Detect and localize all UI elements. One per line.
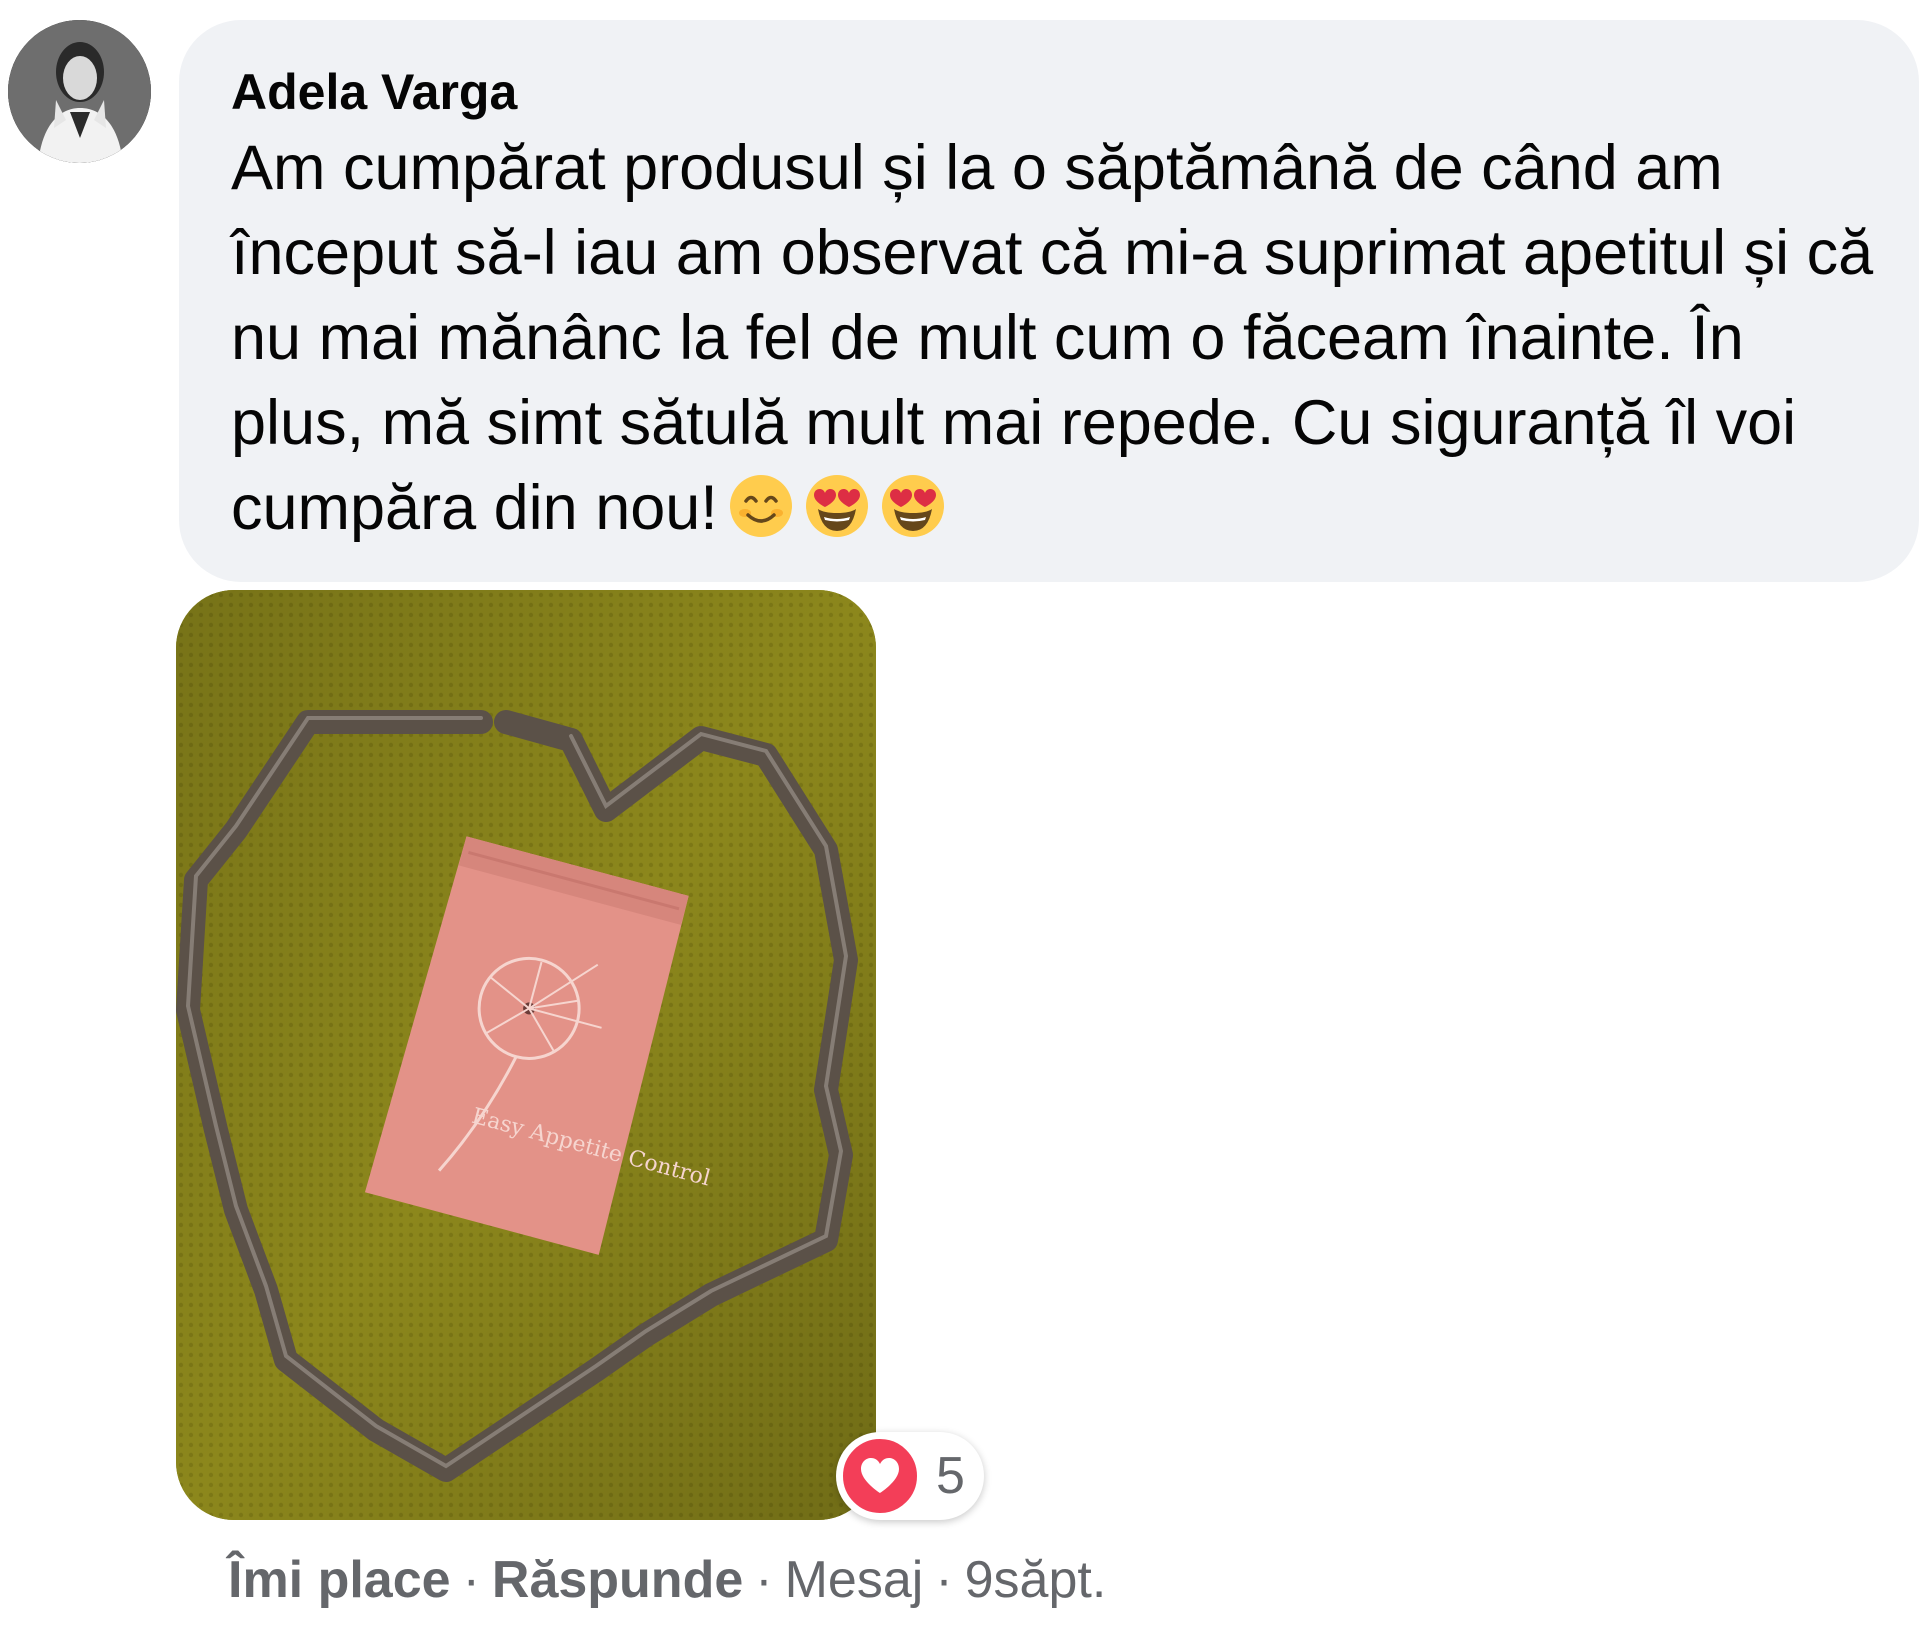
smiling-face-icon [729, 475, 792, 537]
reply-button[interactable]: Răspunde [492, 1551, 743, 1609]
comment-author-name[interactable]: Adela Varga [231, 62, 1879, 122]
message-button[interactable]: Mesaj [785, 1551, 924, 1609]
separator: · [462, 1551, 480, 1609]
comment-bubble: Adela Varga Am cumpărat produsul și la o… [179, 20, 1919, 582]
reaction-count: 5 [936, 1447, 965, 1505]
reaction-summary[interactable]: 5 [836, 1432, 984, 1520]
heart-eyes-icon [881, 475, 944, 537]
timestamp-link[interactable]: 9săpt. [965, 1551, 1107, 1609]
avatar[interactable] [8, 20, 151, 163]
comment-actions: Îmi place · Răspunde · Mesaj · 9săpt. [228, 1550, 1106, 1610]
separator: · [755, 1551, 773, 1609]
comment-text: Am cumpărat produsul și la o săptămână d… [231, 126, 1891, 551]
comment-body: Am cumpărat produsul și la o săptămână d… [231, 133, 1874, 543]
heart-eyes-icon [805, 475, 868, 537]
like-button[interactable]: Îmi place [228, 1551, 451, 1609]
avatar-image [8, 20, 151, 163]
product-photo: Easy Appetite Control [176, 590, 876, 1520]
heart-icon [861, 1458, 899, 1493]
comment-photo[interactable]: Easy Appetite Control [176, 590, 876, 1520]
heart-reaction-badge [840, 1436, 920, 1516]
separator: · [935, 1551, 953, 1609]
